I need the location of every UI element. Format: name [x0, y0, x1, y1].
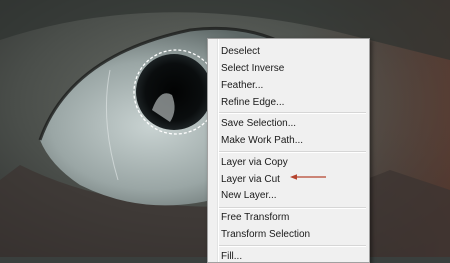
menu-separator [219, 112, 366, 114]
context-menu: Deselect Select Inverse Feather... Refin… [207, 38, 370, 263]
menu-item-free-transform[interactable]: Free Transform [221, 209, 289, 226]
menu-item-select-inverse[interactable]: Select Inverse [221, 60, 284, 77]
menu-item-refine-edge[interactable]: Refine Edge... [221, 94, 284, 111]
menu-item-layer-via-cut[interactable]: Layer via Cut [221, 171, 280, 188]
menu-item-layer-via-copy[interactable]: Layer via Copy [221, 154, 288, 171]
annotation-arrow-icon [290, 174, 326, 180]
menu-item-fill[interactable]: Fill... [221, 248, 242, 262]
menu-item-new-layer[interactable]: New Layer... [221, 187, 277, 204]
menu-separator [219, 245, 366, 247]
menu-separator [219, 151, 366, 153]
menu-item-deselect[interactable]: Deselect [221, 43, 260, 60]
menu-item-make-work-path[interactable]: Make Work Path... [221, 132, 303, 149]
menu-item-feather[interactable]: Feather... [221, 77, 263, 94]
menu-item-save-selection[interactable]: Save Selection... [221, 115, 296, 132]
menu-item-transform-selection[interactable]: Transform Selection [221, 226, 310, 243]
